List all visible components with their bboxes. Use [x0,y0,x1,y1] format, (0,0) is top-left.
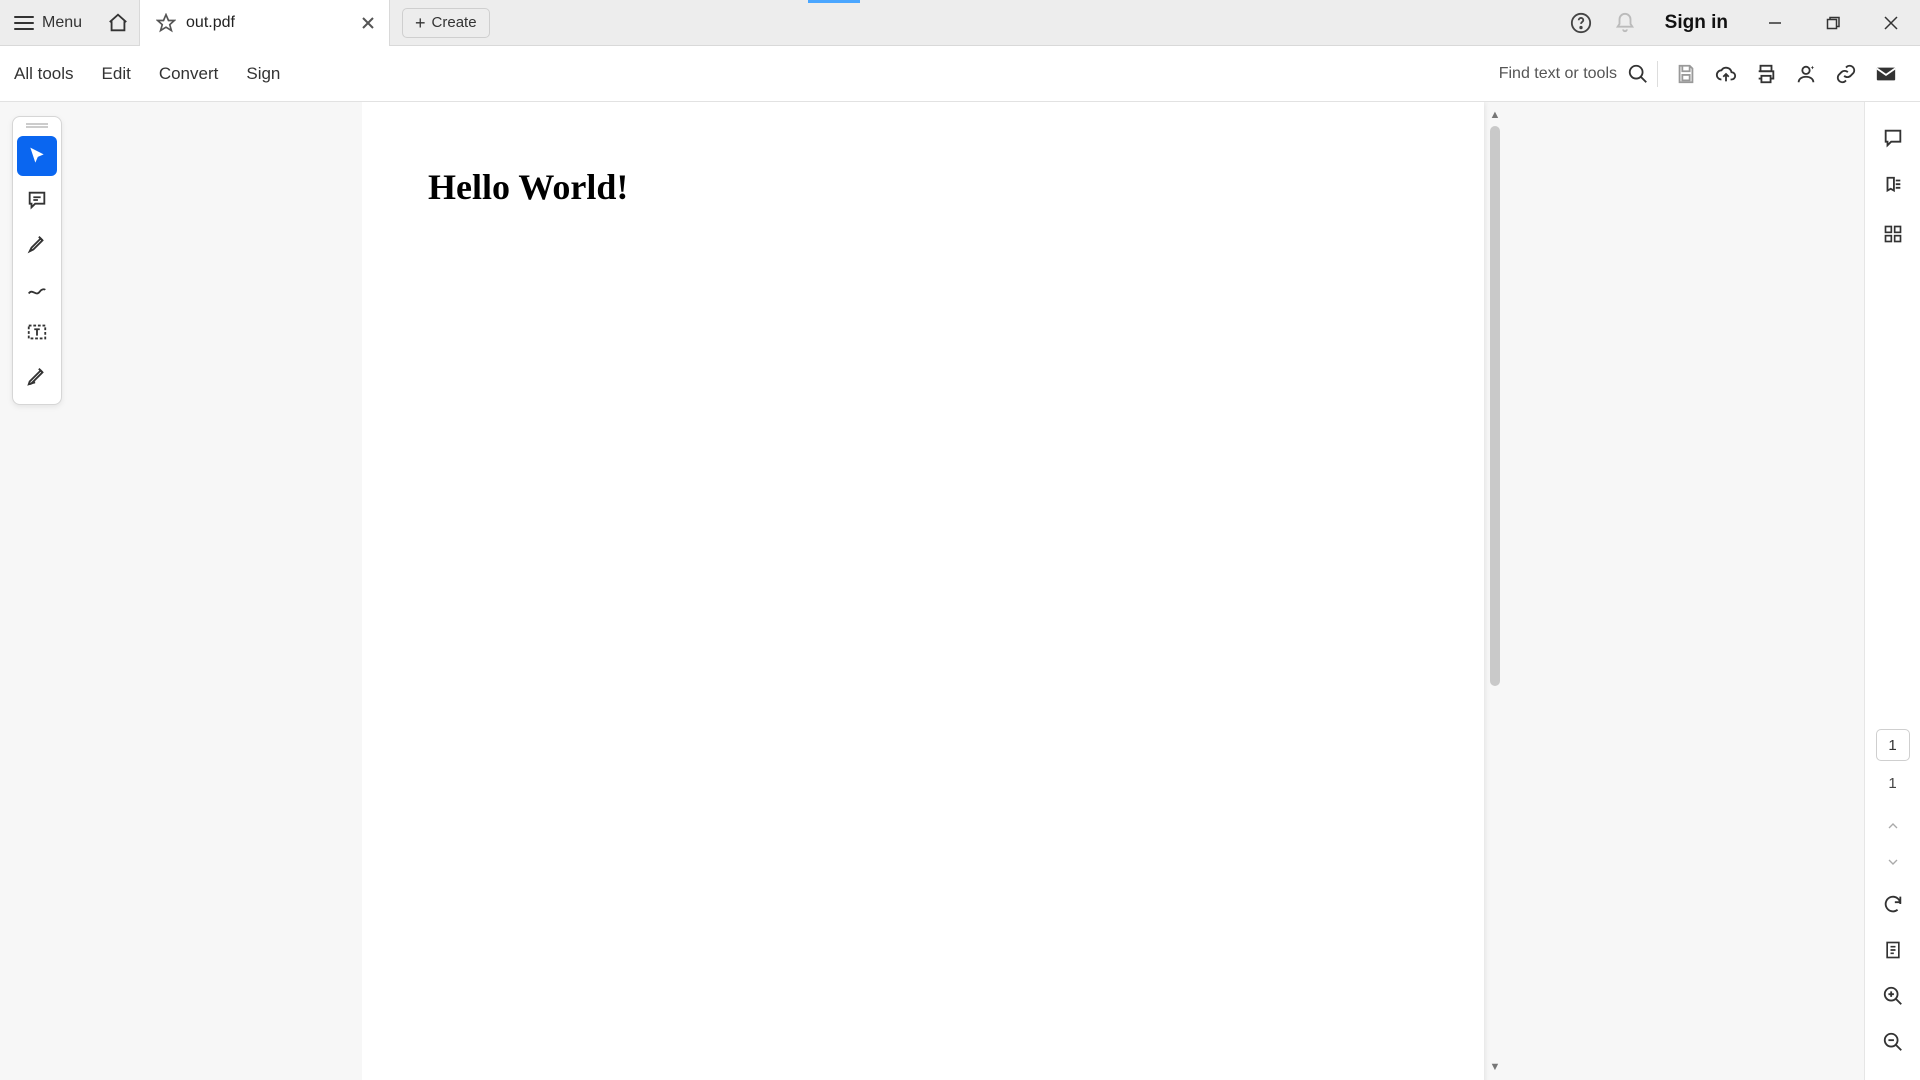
titlebar: Menu out.pdf + Create Sign in [0,0,1920,46]
window-minimize-button[interactable] [1746,0,1804,45]
fill-sign-tool[interactable] [17,356,57,396]
loading-indicator [808,0,860,3]
scroll-up-button[interactable]: ▲ [1488,108,1502,122]
tab-close-button[interactable] [357,12,379,34]
cloud-upload-icon [1714,63,1738,85]
email-button[interactable] [1866,54,1906,94]
page-number-input[interactable]: 1 [1876,729,1910,761]
pdf-page[interactable]: Hello World! [362,102,1484,1080]
draw-icon [26,277,48,299]
mail-icon [1875,63,1897,85]
cursor-icon [27,146,47,166]
close-icon [1884,16,1898,30]
thumbnails-panel-button[interactable] [1873,214,1913,254]
menu-label: Menu [42,14,82,32]
menu-convert[interactable]: Convert [159,64,219,84]
highlight-tool[interactable] [17,224,57,264]
rail-bottom-group [1873,884,1913,1062]
select-tool[interactable] [17,136,57,176]
comment-icon [26,189,48,211]
search-icon [1627,63,1649,85]
zoom-out-icon [1882,1031,1904,1053]
restore-icon [1826,16,1840,30]
highlighter-icon [26,233,48,255]
home-button[interactable] [96,0,140,45]
tool-menu: All tools Edit Convert Sign [14,64,280,84]
bookmark-list-icon [1882,175,1904,197]
save-button[interactable] [1666,54,1706,94]
zoom-out-button[interactable] [1873,1022,1913,1062]
vertical-scrollbar[interactable]: ▲ ▼ [1488,108,1502,1074]
window-close-button[interactable] [1862,0,1920,45]
upload-cloud-button[interactable] [1706,54,1746,94]
page-up-button[interactable] [1876,812,1910,840]
page-total-label: 1 [1888,775,1896,792]
document-tab[interactable]: out.pdf [140,0,390,46]
find-group[interactable]: Find text or tools [1499,63,1649,85]
text-box-icon [26,321,48,343]
menu-edit[interactable]: Edit [102,64,131,84]
star-icon[interactable] [156,13,176,33]
menu-button[interactable]: Menu [0,0,96,45]
create-label: Create [432,14,477,31]
right-rail: 1 1 [1864,102,1920,1080]
print-button[interactable] [1746,54,1786,94]
zoom-in-button[interactable] [1873,976,1913,1016]
bookmarks-panel-button[interactable] [1873,166,1913,206]
share-link-button[interactable] [1826,54,1866,94]
grid-icon [1883,224,1903,244]
separator [1657,61,1658,87]
plus-icon: + [415,14,426,32]
bell-icon [1614,12,1636,34]
help-icon [1570,12,1592,34]
zoom-in-icon [1882,985,1904,1007]
document-heading: Hello World! [428,166,1484,208]
page-display-icon [1883,939,1903,961]
close-icon [361,16,375,30]
comment-icon [1882,127,1904,149]
titlebar-right: Sign in [1559,0,1920,45]
chevron-up-icon [1885,818,1901,834]
pen-icon [26,365,48,387]
text-box-tool[interactable] [17,312,57,352]
toolbar: All tools Edit Convert Sign Find text or… [0,46,1920,102]
minimize-icon [1768,16,1782,30]
scroll-thumb[interactable] [1490,126,1500,686]
tab-title: out.pdf [186,14,347,32]
scroll-down-button[interactable]: ▼ [1488,1060,1502,1074]
menu-sign[interactable]: Sign [246,64,280,84]
left-toolbox [12,116,62,405]
comment-tool[interactable] [17,180,57,220]
create-button[interactable]: + Create [402,8,490,38]
notifications-button[interactable] [1603,0,1647,45]
ai-assistant-button[interactable] [1786,54,1826,94]
page-display-button[interactable] [1873,930,1913,970]
body: Hello World! ▲ ▼ 1 1 [0,102,1920,1080]
rotate-icon [1882,893,1904,915]
page-down-button[interactable] [1876,848,1910,876]
chevron-down-icon [1885,854,1901,870]
print-icon [1755,63,1777,85]
document-scroll: Hello World! ▲ ▼ [362,102,1502,1080]
help-button[interactable] [1559,0,1603,45]
home-icon [107,12,129,34]
comments-panel-button[interactable] [1873,118,1913,158]
link-icon [1835,63,1857,85]
draw-tool[interactable] [17,268,57,308]
sparkle-person-icon [1795,63,1817,85]
find-label: Find text or tools [1499,65,1617,83]
menu-all-tools[interactable]: All tools [14,64,74,84]
toolbox-grip[interactable] [26,123,48,128]
window-restore-button[interactable] [1804,0,1862,45]
rotate-button[interactable] [1873,884,1913,924]
hamburger-icon [14,16,34,30]
sign-in-button[interactable]: Sign in [1647,12,1746,34]
save-icon [1675,63,1697,85]
document-area: Hello World! ▲ ▼ [0,102,1864,1080]
